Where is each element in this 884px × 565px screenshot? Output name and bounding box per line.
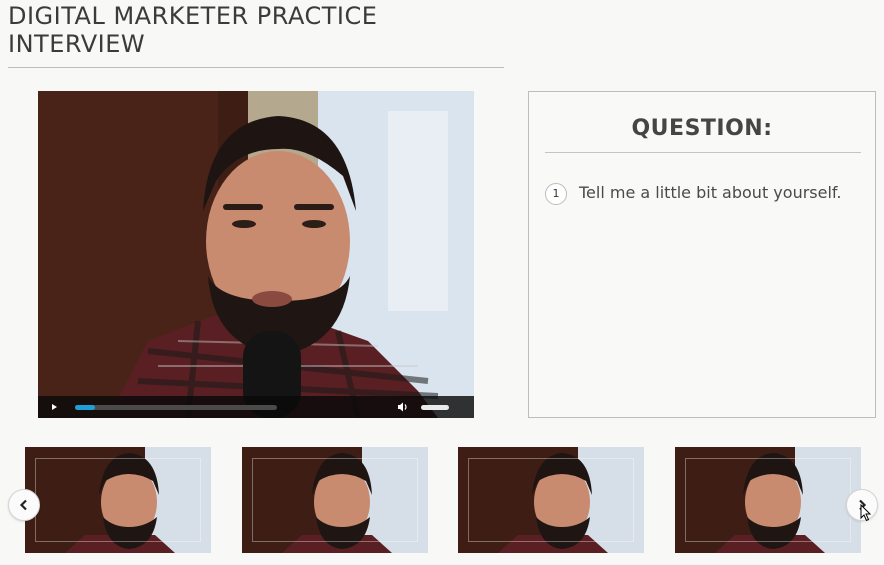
carousel-prev-button[interactable] (8, 489, 40, 521)
video-controls (38, 396, 474, 418)
mouse-cursor-icon (860, 504, 872, 522)
thumbnail-3[interactable] (458, 447, 644, 553)
title-divider (8, 67, 504, 68)
volume-fill (421, 405, 449, 410)
progress-fill (75, 405, 96, 410)
chevron-left-icon (19, 499, 27, 511)
thumbnail-1[interactable] (25, 447, 211, 553)
thumbnail-4[interactable] (675, 447, 861, 553)
thumbnail-2[interactable] (242, 447, 428, 553)
question-heading: QUESTION: (631, 116, 773, 141)
video-frame (38, 91, 474, 418)
question-divider (545, 152, 861, 153)
video-player[interactable] (38, 91, 474, 418)
question-number-badge: 1 (545, 183, 567, 205)
thumbnail-frame (685, 458, 851, 542)
page-title: DIGITAL MARKETER PRACTICE INTERVIEW (8, 2, 378, 58)
question-item: 1 Tell me a little bit about yourself. (545, 183, 865, 207)
thumbnail-frame (35, 458, 201, 542)
play-icon[interactable] (48, 401, 60, 413)
thumbnail-frame (468, 458, 634, 542)
question-text: Tell me a little bit about yourself. (579, 183, 842, 202)
volume-slider[interactable] (421, 405, 449, 410)
thumbnail-frame (252, 458, 418, 542)
volume-icon[interactable] (396, 401, 410, 413)
progress-bar[interactable] (75, 405, 277, 410)
question-panel: QUESTION: 1 Tell me a little bit about y… (528, 91, 876, 418)
